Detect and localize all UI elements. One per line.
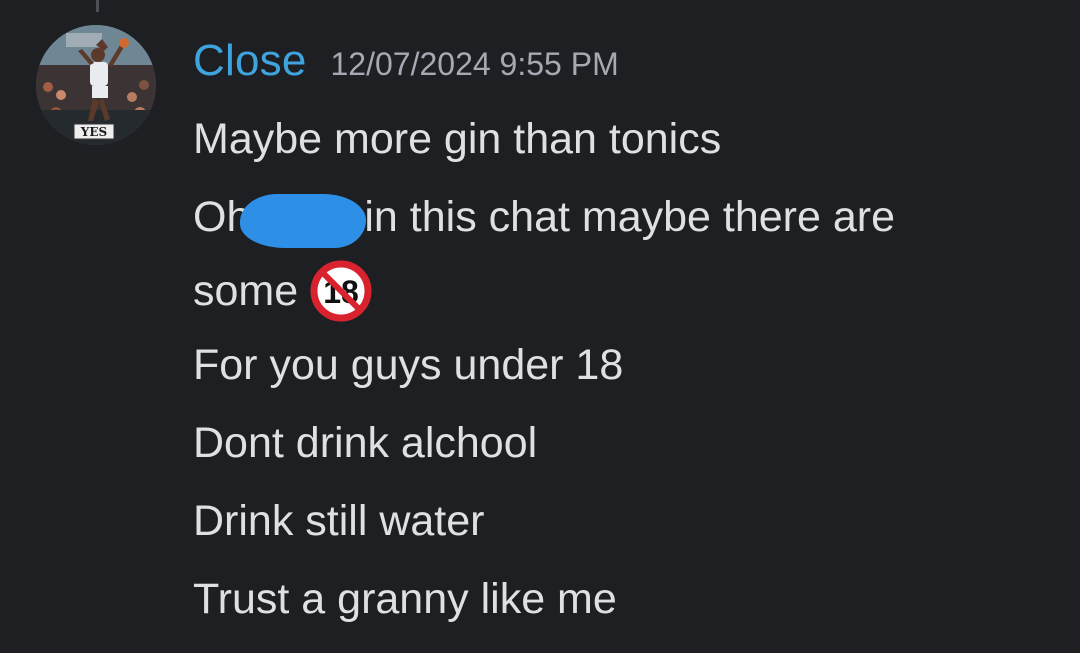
author-name[interactable]: Close	[193, 36, 307, 86]
message-line: For you guys under 18	[193, 326, 895, 404]
line-text: Dont drink alchool	[193, 419, 538, 467]
no-one-under-eighteen-icon[interactable]: 18	[310, 260, 372, 322]
basketball-player-avatar-image: YES	[36, 25, 156, 145]
message-line: Trust a granny like me	[193, 560, 895, 638]
line-text: Maybe more gin than tonics	[193, 115, 722, 163]
redaction-mark	[240, 194, 367, 248]
message-content: Maybe more gin than tonics Oh in this ch…	[193, 100, 895, 638]
line-text: some	[193, 267, 299, 315]
message-line: Maybe more gin than tonics	[193, 100, 895, 178]
message-line: some 18	[193, 256, 895, 326]
avatar-badge-text: YES	[80, 125, 107, 139]
avatar[interactable]: YES	[36, 25, 156, 145]
line-text: For you guys under 18	[193, 341, 624, 389]
line-text: Trust a granny like me	[193, 575, 617, 623]
message-line: Dont drink alchool	[193, 404, 895, 482]
message-timestamp[interactable]: 12/07/2024 9:55 PM	[331, 46, 619, 83]
message-header: Close 12/07/2024 9:55 PM	[193, 36, 619, 86]
line-text: in this chat maybe there are	[364, 193, 895, 241]
chat-message: YES Close 12/07/2024 9:55 PM Maybe more …	[0, 0, 1080, 653]
line-text: Drink still water	[193, 497, 485, 545]
message-line: Drink still water	[193, 482, 895, 560]
message-line: Oh in this chat maybe there are	[193, 178, 895, 256]
